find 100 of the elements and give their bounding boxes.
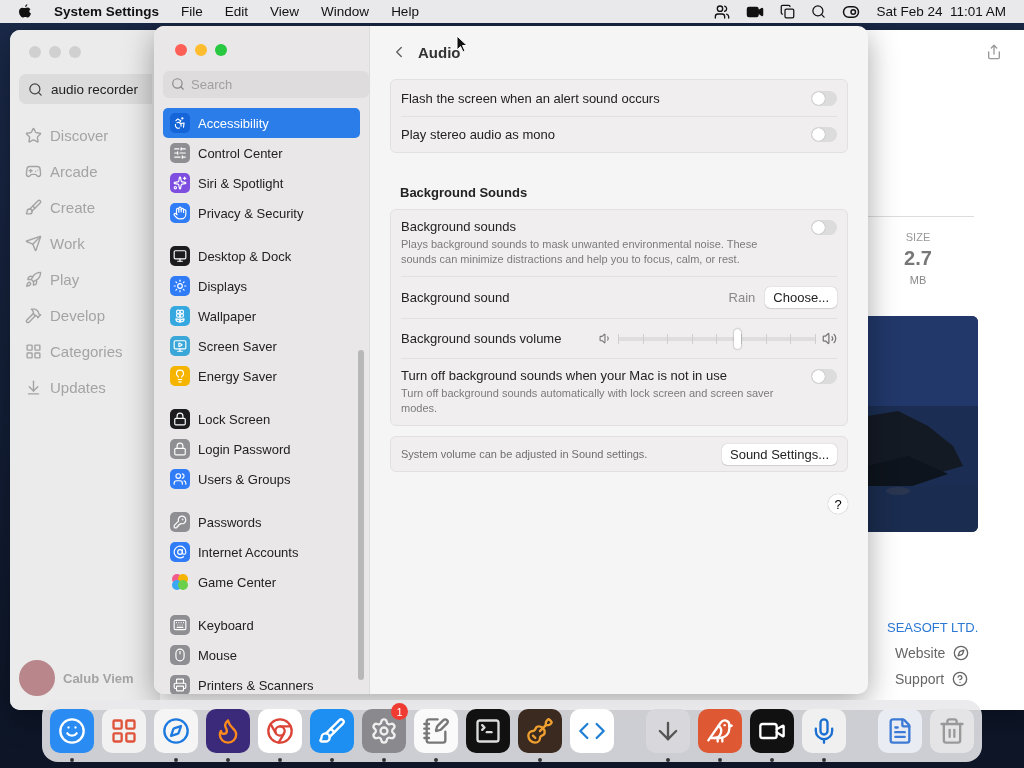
sparkle-icon [170,173,190,193]
setting-label: Turn off background sounds when your Mac is not in use [401,368,728,383]
sidebar-item[interactable]: Game Center [163,567,360,597]
sidebar-label: Game Center [198,574,277,590]
sound-settings-button[interactable]: Sound Settings... [722,443,837,465]
video-camera-icon[interactable] [750,709,794,753]
lock-icon [170,439,190,459]
page-title: Audio [418,43,461,61]
brush-icon [25,198,42,216]
toggle-switch[interactable] [811,90,837,106]
compass-icon[interactable] [154,709,198,753]
setting-label: Background sound [401,290,511,305]
gear-icon[interactable] [362,709,406,753]
screen-icon [170,336,190,356]
sidebar-item[interactable]: Siri & Spotlight [163,168,360,198]
toggle-switch[interactable] [811,220,837,235]
setting-label: Background sounds volume [401,331,563,346]
circle-logo-icon[interactable] [258,709,302,753]
mouse-icon [170,645,190,665]
zoom-button[interactable] [215,44,227,56]
pen-icon[interactable] [310,709,354,753]
apple-icon[interactable] [18,3,32,20]
smiling-face-icon[interactable] [50,709,94,753]
sidebar-item[interactable]: Keyboard [163,610,360,640]
help-button[interactable]: ? [828,494,848,514]
stat-unit: MB [909,274,927,286]
code-icon[interactable] [570,709,614,753]
setting-label: Play stereo audio as mono [401,127,556,142]
link[interactable]: Website [895,645,970,661]
clock[interactable]: Sat Feb 24 11:01 AM [876,4,1006,19]
sidebar-item[interactable]: Accessibility [163,108,360,138]
terminal-icon[interactable] [466,709,510,753]
sidebar-label: Keyboard [198,617,254,633]
selected-value: Rain [728,290,756,305]
trash-icon[interactable] [930,709,974,753]
notepad-icon[interactable] [414,709,458,753]
sidebar-item[interactable]: Passwords [163,507,360,537]
setting-description: Plays background sounds to mask unwanted environmental noise. These sounds can minimize distractions and help you to focus, calm, or rest. [401,237,759,267]
printer-icon [170,675,190,694]
sidebar-label: Wallpaper [198,308,257,324]
sidebar-item[interactable]: Users & Groups [163,464,360,494]
search-field[interactable]: Search [163,71,369,98]
sidebar-item[interactable]: Privacy & Security [163,198,360,228]
guitar-icon[interactable] [518,709,562,753]
sidebar-item[interactable]: Wallpaper [163,301,360,331]
sidebar-item[interactable]: Screen Saver [163,331,360,361]
section-heading: Background Sounds [399,185,529,200]
people-icon[interactable] [714,3,731,20]
developer-link[interactable]: SEASOFT LTD. [887,620,979,635]
flower-icon [170,306,190,326]
microphone-icon[interactable] [802,709,846,753]
sidebar-item[interactable]: Login Password [163,434,360,464]
sidebar-item[interactable]: Control Center [163,138,360,168]
volume-slider[interactable] [618,328,816,349]
note-text: System volume can be adjusted in Sound settings. [401,448,649,460]
help-icon [952,671,969,687]
sidebar-label: Internet Accounts [198,544,299,560]
download-icon[interactable] [646,709,690,753]
search-field[interactable]: audio recorder [19,74,152,104]
sidebar-item[interactable]: Desktop & Dock [163,241,360,271]
sidebar-label: Privacy & Security [198,205,304,221]
menu-item[interactable]: Edit [224,4,249,19]
sidebar-label: Users & Groups [198,471,291,487]
search-icon[interactable] [811,4,827,19]
sidebar-item[interactable]: Internet Accounts [163,537,360,567]
lightbulb-icon [170,366,190,386]
toggle-switch[interactable] [811,127,837,142]
menu-item[interactable]: Help [391,4,419,19]
menu-item[interactable]: Window [321,4,370,19]
monitor-icon [170,246,190,266]
sidebar-label: Lock Screen [198,411,271,427]
grid-icon[interactable] [102,709,146,753]
choose-button[interactable]: Choose... [765,287,837,308]
compass-icon [953,645,970,661]
people-icon [170,469,190,489]
sidebar-item[interactable]: Printers & Scanners [163,670,360,694]
duck-icon[interactable] [698,709,742,753]
sidebar-item[interactable]: Displays [163,271,360,301]
sidebar-item[interactable]: Lock Screen [163,404,360,434]
sliders-icon [170,143,190,163]
document-icon[interactable] [878,709,922,753]
key-icon [170,512,190,532]
avatar[interactable] [19,660,55,696]
slider-thumb[interactable] [733,328,741,349]
menu-item[interactable]: File [181,4,203,19]
close-button[interactable] [175,44,187,56]
stat-value: 2.7 [904,247,932,270]
link[interactable]: Support [895,671,969,687]
toggle-switch[interactable] [811,369,837,384]
flame-icon[interactable] [206,709,250,753]
sidebar-label: Siri & Spotlight [198,175,284,191]
menu-item[interactable]: View [270,4,300,19]
sidebar-item[interactable]: Mouse [163,640,360,670]
hand-icon [170,203,190,223]
grid-icon [25,342,42,360]
app-menu[interactable]: System Settings [54,4,160,19]
sidebar-item[interactable]: Energy Saver [163,361,360,391]
lock-icon [170,409,190,429]
windows-icon[interactable] [780,4,796,19]
share-icon[interactable] [986,44,1002,60]
